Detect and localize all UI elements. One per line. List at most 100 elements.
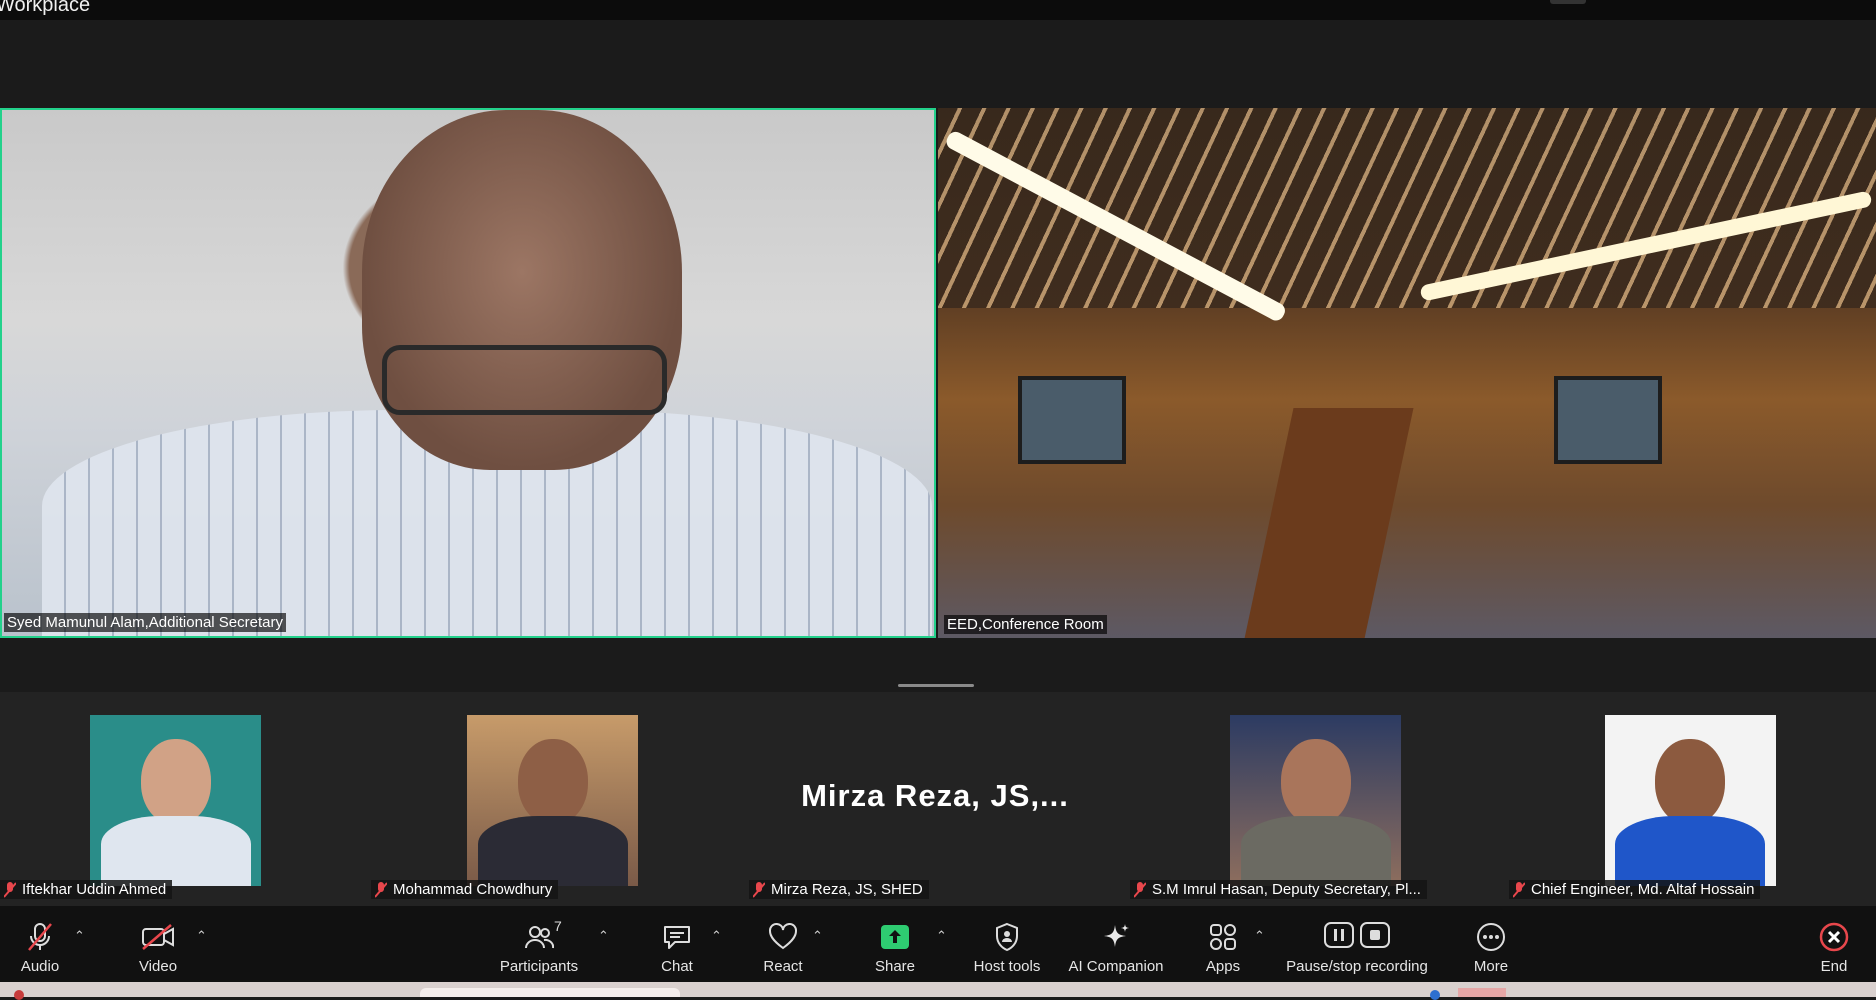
participant-name-label: Syed Mamunul Alam,Additional Secretary [4, 613, 286, 632]
speaker-face [362, 110, 682, 470]
video-label: Video [138, 958, 178, 975]
share-arrow-icon [879, 920, 911, 954]
mic-off-icon [374, 881, 388, 898]
stop-icon [1359, 920, 1391, 955]
host-tools-label: Host tools [973, 958, 1041, 975]
recording-controls [1323, 920, 1391, 954]
host-tools-button[interactable]: Host tools [964, 906, 1050, 982]
resize-handle[interactable] [898, 684, 974, 687]
participant-name-tag: Mirza Reza, JS, SHED [749, 880, 929, 899]
apps-options-chevron-icon[interactable]: ⌃ [1254, 928, 1265, 944]
participant-tile[interactable]: Mirza Reza, JS,... Mirza Reza, JS, SHED [745, 692, 1125, 906]
heart-icon [768, 920, 798, 954]
share-options-chevron-icon[interactable]: ⌃ [936, 928, 947, 944]
react-button[interactable]: React [758, 906, 808, 982]
avatar-body [1240, 816, 1391, 886]
participant-display-name: Mirza Reza, JS,... [801, 778, 1069, 813]
status-dot-icon [1430, 990, 1440, 1000]
participant-strip: Iftekhar Uddin Ahmed Mohammad Chowdhury … [0, 692, 1876, 906]
share-button[interactable]: Share [870, 906, 920, 982]
participant-tile[interactable]: Chief Engineer, Md. Altaf Hossain [1505, 692, 1876, 906]
video-tile-conference-room[interactable]: EED,Conference Room [938, 108, 1876, 638]
audio-button[interactable]: Audio [10, 906, 70, 982]
chat-options-chevron-icon[interactable]: ⌃ [711, 928, 722, 944]
participants-count: 7 [554, 918, 562, 934]
meeting-toolbar: Audio ⌃ Video ⌃ 7 Participants ⌃ Chat ⌃ … [0, 906, 1876, 982]
recording-label: Pause/stop recording [1286, 958, 1428, 975]
avatar [467, 715, 638, 886]
apps-icon [1208, 920, 1238, 954]
avatar-body [100, 816, 251, 886]
participant-tile[interactable]: Mohammad Chowdhury [367, 692, 739, 906]
mic-off-icon [1512, 881, 1526, 898]
sparkle-icon [1101, 920, 1131, 954]
participant-name: Iftekhar Uddin Ahmed [22, 881, 167, 898]
avatar-head [1280, 739, 1351, 825]
title-bar: Workplace [0, 0, 1876, 20]
ai-companion-label: AI Companion [1068, 958, 1164, 975]
background-element [1458, 988, 1506, 997]
close-circle-icon [1819, 920, 1849, 954]
participant-name-tag: Mohammad Chowdhury [371, 880, 559, 899]
avatar [90, 715, 261, 886]
record-indicator-icon [14, 990, 24, 1000]
avatar-head [140, 739, 211, 825]
avatar-body [1615, 816, 1765, 886]
react-options-chevron-icon[interactable]: ⌃ [812, 928, 823, 944]
end-button[interactable]: End [1810, 906, 1858, 982]
recording-button[interactable]: Pause/stop recording [1282, 906, 1432, 982]
chat-button[interactable]: Chat [652, 906, 702, 982]
participant-name-tag: Iftekhar Uddin Ahmed [0, 880, 173, 899]
participants-button[interactable]: 7 Participants [494, 906, 584, 982]
ai-companion-button[interactable]: AI Companion [1066, 906, 1166, 982]
chat-label: Chat [661, 958, 693, 975]
more-label: More [1473, 958, 1509, 975]
conference-table [1242, 408, 1414, 638]
wall-screen [1018, 376, 1126, 464]
mic-off-icon [752, 881, 766, 898]
os-taskbar-edge [0, 982, 1876, 1000]
avatar-head [1655, 739, 1725, 825]
chat-icon [662, 920, 692, 954]
mic-off-icon [26, 920, 54, 954]
window-controls-hint [1550, 0, 1586, 4]
window-title: Workplace [0, 0, 91, 16]
video-button[interactable]: Video [128, 906, 188, 982]
avatar-head [517, 739, 588, 825]
participant-tile[interactable]: S.M Imrul Hasan, Deputy Secretary, Pl... [1126, 692, 1506, 906]
end-label: End [1820, 958, 1848, 975]
participant-name: Chief Engineer, Md. Altaf Hossain [1531, 881, 1755, 898]
participants-icon: 7 [524, 918, 562, 954]
mic-off-icon [1133, 881, 1147, 898]
speaker-glasses [382, 345, 667, 415]
audio-options-chevron-icon[interactable]: ⌃ [74, 928, 85, 944]
participants-label: Participants [499, 958, 579, 975]
participant-name: Mirza Reza, JS, SHED [771, 881, 923, 898]
video-options-chevron-icon[interactable]: ⌃ [196, 928, 207, 944]
video-tile-active-speaker[interactable]: Syed Mamunul Alam,Additional Secretary [0, 108, 936, 638]
video-stage: Syed Mamunul Alam,Additional Secretary E… [0, 20, 1876, 692]
apps-button[interactable]: Apps [1198, 906, 1248, 982]
shield-icon [994, 920, 1020, 954]
video-off-icon [141, 920, 175, 954]
background-tab [420, 988, 680, 997]
ellipsis-icon [1475, 920, 1507, 954]
participant-name: S.M Imrul Hasan, Deputy Secretary, Pl... [1152, 881, 1421, 898]
participant-name: Mohammad Chowdhury [393, 881, 553, 898]
apps-label: Apps [1205, 958, 1241, 975]
participant-tile[interactable]: Iftekhar Uddin Ahmed [0, 692, 352, 906]
participants-options-chevron-icon[interactable]: ⌃ [598, 928, 609, 944]
pause-icon [1323, 920, 1355, 955]
participant-name-tag: Chief Engineer, Md. Altaf Hossain [1509, 880, 1761, 899]
participant-name-tag: S.M Imrul Hasan, Deputy Secretary, Pl... [1130, 880, 1427, 899]
mic-off-icon [3, 881, 17, 898]
audio-label: Audio [20, 958, 60, 975]
share-label: Share [874, 958, 916, 975]
react-label: React [763, 958, 803, 975]
avatar-body [477, 816, 628, 886]
more-button[interactable]: More [1466, 906, 1516, 982]
avatar [1604, 715, 1776, 886]
participant-name-label: EED,Conference Room [944, 615, 1107, 634]
avatar [1230, 715, 1401, 886]
wall-screen [1554, 376, 1662, 464]
